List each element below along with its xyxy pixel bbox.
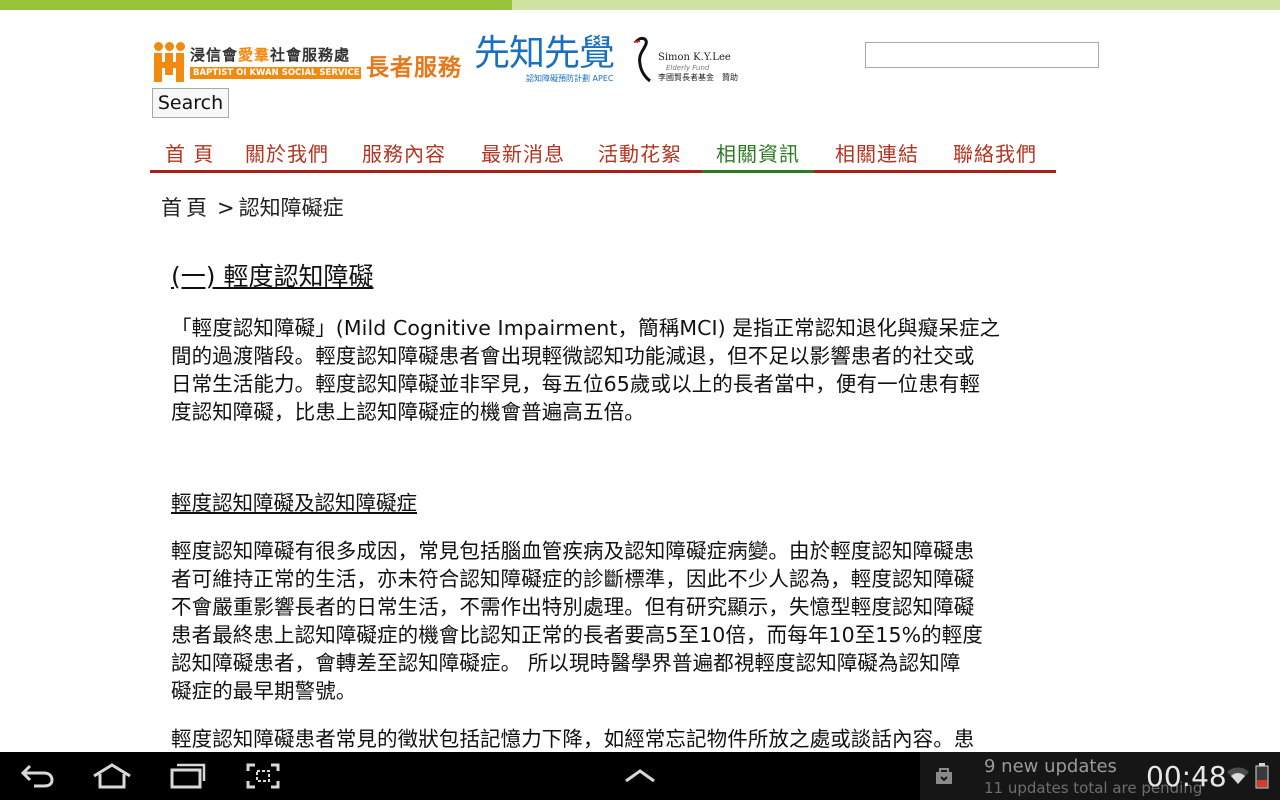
status-clock: 00:48 (1146, 760, 1227, 793)
article-paragraph-2: 輕度認知障礙有很多成因，常見包括腦血管疾病及認知障礙症病變。由於輕度認知障礙患 … (171, 537, 1116, 705)
notification-title: 9 new updates (984, 756, 1117, 777)
simon-lee-fund-label: Elderly Fund (666, 64, 710, 72)
nav-item-contact-us[interactable]: 聯絡我們 (953, 140, 1037, 170)
chevron-up-icon (625, 769, 655, 783)
apec-subtitle: 認知障礙預防計劃 APEC (526, 74, 614, 83)
breadcrumb: 首頁 > 認知障礙症 (161, 192, 344, 222)
battery-icon (1255, 763, 1269, 789)
notification-area[interactable]: 9 new updates 11 updates total are pendi… (920, 752, 1280, 800)
app-tray-button[interactable] (608, 752, 672, 800)
recent-apps-button[interactable] (156, 752, 220, 800)
paragraph-line: 者可維持正常的生活，亦未符合認知障礙症的診斷標準，因此不少人認為，輕度認知障礙 (171, 567, 975, 591)
apec-logo: 先知先覺 認知障礙預防計劃 APEC (474, 34, 616, 84)
simon-lee-fund-logo: Simon K.Y.Lee Elderly Fund 李國賢長者基金 贊助 (632, 36, 762, 84)
paragraph-line: 間的過渡階段。輕度認知障礙患者會出現輕微認知功能減退，但不足以影響患者的社交或 (171, 344, 975, 368)
simon-lee-name: Simon K.Y.Lee (658, 52, 731, 63)
store-updates-icon (936, 768, 952, 784)
paragraph-line: 輕度認知障礙有很多成因，常見包括腦血管疾病及認知障礙症病變。由於輕度認知障礙患 (171, 539, 975, 563)
back-button[interactable] (6, 752, 70, 800)
screenshot-icon (246, 763, 280, 789)
nav-item-news[interactable]: 最新消息 (481, 140, 565, 170)
home-icon (93, 763, 131, 789)
article-paragraph-3: 輕度認知障礙患者常見的徵狀包括記憶力下降，如經常忘記物件所放之處或談話內容。患 (171, 725, 1116, 753)
paragraph-line: 礙症的最早期警號。 (171, 679, 357, 703)
nav-item-home[interactable]: 首 頁 (165, 140, 214, 170)
apec-title: 先知先覺 (474, 33, 615, 74)
oikwan-people-icon (152, 42, 186, 82)
browser-page: 浸信會愛羣社會服務處 BAPTIST OI KWAN SOCIAL SERVIC… (0, 0, 1280, 800)
elderly-service-logo: 長者服務 (366, 55, 462, 81)
search-button[interactable]: Search (152, 88, 229, 118)
nav-item-about-us[interactable]: 關於我們 (245, 140, 329, 170)
article-subheading: 輕度認知障礙及認知障礙症 (171, 491, 417, 515)
oikwan-logo[interactable]: 浸信會愛羣社會服務處 BAPTIST OI KWAN SOCIAL SERVIC… (152, 42, 361, 82)
paragraph-line: 患者最終患上認知障礙症的機會比認知正常的長者要高5至10倍，而每年10至15%的… (171, 623, 983, 647)
screenshot-button[interactable] (231, 752, 295, 800)
article-content: (一) 輕度認知障礙 「輕度認知障礙」(Mild Cognitive Impai… (171, 258, 1116, 751)
breadcrumb-separator: > (217, 196, 235, 220)
header-logos: 浸信會愛羣社會服務處 BAPTIST OI KWAN SOCIAL SERVIC… (152, 34, 762, 84)
paragraph-line: 「輕度認知障礙」(Mild Cognitive Impairment，簡稱MCI… (171, 316, 1001, 340)
back-icon (20, 764, 54, 788)
search-input[interactable] (865, 42, 1099, 68)
paragraph-line: 不會嚴重影響長者的日常生活，不需作出特別處理。但有研究顯示，失憶型輕度認知障礙 (171, 595, 975, 619)
oikwan-name-cn: 浸信會愛羣社會服務處 (190, 46, 351, 64)
nav-item-services[interactable]: 服務內容 (362, 140, 446, 170)
article-paragraph-1: 「輕度認知障礙」(Mild Cognitive Impairment，簡稱MCI… (171, 314, 1116, 426)
page-load-progress-fill (0, 0, 512, 10)
system-navigation-bar: 9 new updates 11 updates total are pendi… (0, 752, 1280, 800)
home-button[interactable] (80, 752, 144, 800)
paragraph-line: 認知障礙患者，會轉差至認知障礙症。 所以現時醫學界普遍都視輕度認知障礙為認知障 (171, 651, 961, 675)
nav-item-activities[interactable]: 活動花絮 (598, 140, 682, 170)
oikwan-name-en: BAPTIST OI KWAN SOCIAL SERVICE (190, 67, 361, 79)
nav-item-related-info[interactable]: 相關資訊 (702, 140, 814, 173)
breadcrumb-current: 認知障礙症 (238, 196, 344, 220)
recent-apps-icon (170, 763, 206, 789)
crane-icon (633, 36, 651, 82)
breadcrumb-home-link[interactable]: 首頁 (161, 196, 211, 220)
nav-item-related-links[interactable]: 相關連結 (835, 140, 919, 170)
paragraph-line: 度認知障礙，比患上認知障礙症的機會普遍高五倍。 (171, 400, 645, 424)
article-title: (一) 輕度認知障礙 (171, 262, 374, 291)
paragraph-line: 輕度認知障礙患者常見的徵狀包括記憶力下降，如經常忘記物件所放之處或談話內容。患 (171, 727, 975, 751)
wifi-icon (1227, 767, 1249, 784)
page-load-progress (0, 0, 1280, 10)
main-nav: 首 頁 關於我們 服務內容 最新消息 活動花絮 相關資訊 相關連結 聯絡我們 (150, 140, 1056, 173)
simon-lee-sponsor-cn: 李國賢長者基金 贊助 (658, 73, 738, 82)
paragraph-line: 日常生活能力。輕度認知障礙並非罕見，每五位65歲或以上的長者當中，便有一位患有輕 (171, 372, 981, 396)
